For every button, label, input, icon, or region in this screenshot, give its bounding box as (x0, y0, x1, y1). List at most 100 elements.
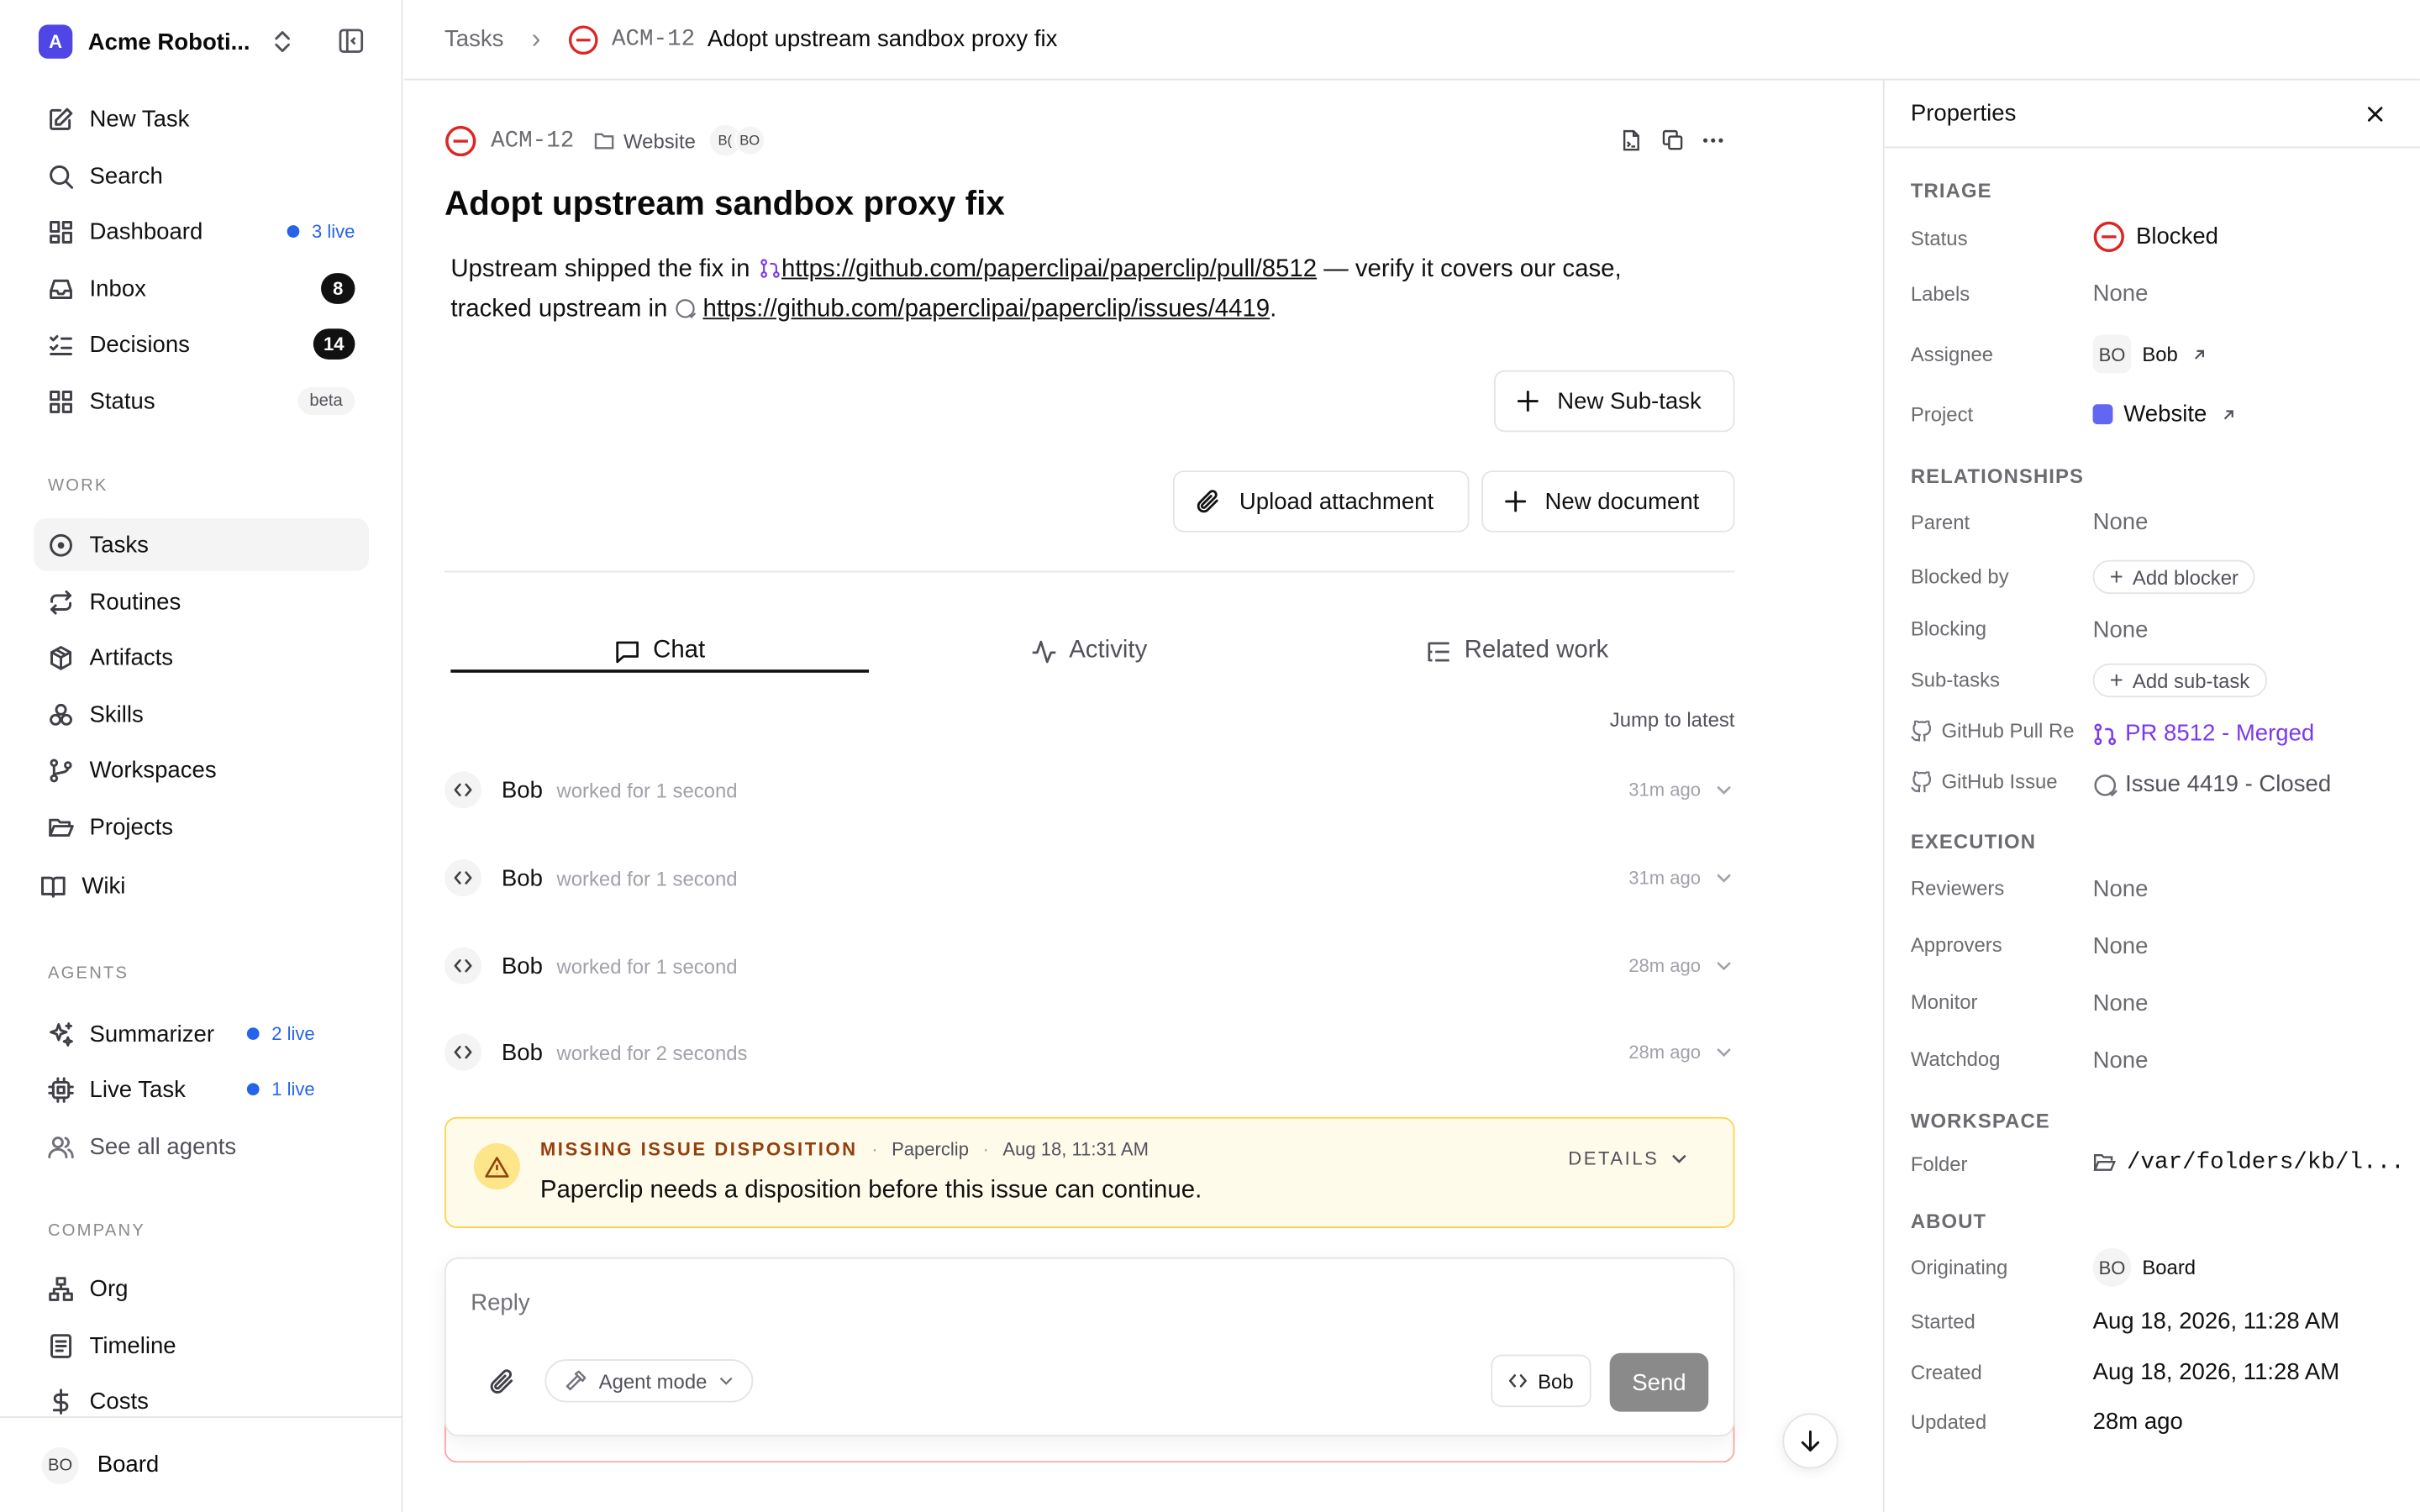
duplicate-icon[interactable] (1662, 129, 1684, 151)
nav-skills[interactable]: Skills (34, 688, 369, 740)
chevron-down-icon (1717, 1048, 1731, 1058)
nav-projects[interactable]: Projects (34, 801, 369, 853)
nav-tasks[interactable]: Tasks (34, 518, 369, 571)
nav-dashboard[interactable]: Dashboard 3 live (34, 205, 369, 257)
chat-icon (616, 640, 639, 663)
originating-label: Originating (1910, 1256, 2008, 1279)
send-button[interactable]: Send (1609, 1352, 1709, 1412)
nav-agent-live-task[interactable]: Live Task 1 live (34, 1063, 369, 1115)
github-issue-value[interactable]: Issue 4419 - Closed (2093, 771, 2332, 798)
monitor-value[interactable]: None (2093, 990, 2149, 1016)
reply-input[interactable]: Reply (471, 1289, 529, 1315)
project-value[interactable]: Website (2092, 402, 2235, 428)
blocked-status-icon[interactable] (445, 124, 477, 157)
tab-activity[interactable]: Activity (869, 627, 1308, 676)
pr-link[interactable]: https://github.com/paperclipai/paperclip… (781, 256, 1317, 282)
github-issue-text: Issue 4419 - Closed (2125, 771, 2332, 798)
github-pr-value[interactable]: PR 8512 - Merged (2093, 721, 2314, 747)
pencil-square-icon (50, 107, 73, 129)
agent-mode-toggle[interactable]: Agent mode (544, 1359, 754, 1403)
labels-value[interactable]: None (2093, 281, 2149, 307)
nav-routines[interactable]: Routines (34, 575, 369, 627)
paperclip-icon[interactable] (489, 1368, 515, 1394)
nav-wiki[interactable]: Wiki (26, 859, 361, 911)
button-label: New document (1544, 488, 1700, 515)
plus-icon (1517, 391, 1539, 412)
run-duration: worked for 2 seconds (556, 1040, 748, 1064)
approvers-value[interactable]: None (2093, 933, 2149, 959)
run-item[interactable]: Bob worked for 1 second 31m ago (444, 767, 1734, 813)
users-icon (48, 1136, 74, 1158)
alert-details-toggle[interactable]: DETAILS (1568, 1148, 1686, 1169)
nav-inbox[interactable]: Inbox 8 (34, 262, 369, 314)
nav-workspaces[interactable]: Workspaces (34, 743, 369, 795)
jump-to-latest-link[interactable]: Jump to latest (1610, 708, 1735, 732)
nav-label: Dashboard (89, 218, 203, 245)
nav-artifacts[interactable]: Artifacts (34, 631, 369, 683)
close-icon[interactable] (2367, 107, 2383, 122)
run-time: 28m ago (1628, 954, 1702, 977)
new-document-button[interactable]: New document (1481, 470, 1735, 533)
status-value[interactable]: Blocked (2093, 221, 2218, 254)
task-project[interactable]: Website (623, 129, 696, 152)
more-icon[interactable] (1702, 137, 1724, 143)
network-icon (49, 1276, 73, 1300)
nav-label: Decisions (89, 330, 190, 358)
run-duration: worked for 1 second (556, 953, 738, 978)
section-triage: TRIAGE (1910, 179, 1992, 202)
nav-decisions[interactable]: Decisions 14 (34, 318, 369, 370)
folder-value[interactable]: /var/folders/kb/l... (2093, 1149, 2405, 1176)
nav-org[interactable]: Org (34, 1262, 369, 1314)
task-title[interactable]: Adopt upstream sandbox proxy fix (445, 184, 1005, 224)
run-item[interactable]: Bob worked for 1 second 28m ago (444, 942, 1734, 989)
workspace-switcher[interactable]: A Acme Roboti... (38, 22, 372, 62)
github-pr-label: GitHub Pull Re (1911, 719, 2084, 742)
nav-label: Skills (89, 701, 144, 728)
subtasks-label: Sub-tasks (1910, 668, 2001, 691)
tab-label: Related work (1464, 637, 1609, 664)
assignee-value[interactable]: BO Bob (2092, 334, 2206, 374)
github-issue-label-text: GitHub Issue (1941, 769, 2058, 794)
nav-status[interactable]: Status beta (34, 375, 369, 427)
section-about: ABOUT (1910, 1209, 1987, 1233)
breadcrumb-separator: › (531, 23, 541, 55)
tab-chat[interactable]: Chat (450, 627, 869, 676)
copy-markdown-icon[interactable] (1621, 129, 1643, 151)
add-subtask-button[interactable]: + Add sub-task (2092, 663, 2267, 698)
agent-selector[interactable]: Bob (1491, 1354, 1591, 1408)
nav-new-task[interactable]: New Task (34, 92, 369, 144)
cpu-icon (48, 1076, 74, 1102)
upload-attachment-button[interactable]: Upload attachment (1172, 470, 1470, 533)
breadcrumb-tasks-link[interactable]: Tasks (445, 26, 503, 52)
live-indicator: 3 live (287, 221, 355, 242)
nav-agent-summarizer[interactable]: Summarizer 2 live (34, 1007, 369, 1059)
tab-related-work[interactable]: Related work (1309, 627, 1726, 676)
nav-see-all-agents[interactable]: See all agents (34, 1120, 369, 1172)
sidebar-collapse-icon[interactable] (338, 28, 364, 54)
parent-value[interactable]: None (2093, 509, 2149, 535)
new-subtask-button[interactable]: New Sub-task (1493, 370, 1735, 433)
nav-search[interactable]: Search (34, 150, 369, 202)
issue-link[interactable]: https://github.com/paperclipai/paperclip… (702, 297, 1270, 323)
started-label: Started (1910, 1310, 1975, 1333)
add-blocker-button[interactable]: + Add blocker (2092, 559, 2256, 595)
labels-label: Labels (1910, 282, 1970, 306)
nav-label: Org (89, 1275, 129, 1302)
inbox-icon (50, 278, 72, 299)
sidebar-footer-user[interactable]: BO Board (0, 1416, 403, 1512)
add-blocker-label: Add blocker (2132, 565, 2238, 589)
missing-disposition-alert: MISSING ISSUE DISPOSITION · Paperclip · … (444, 1116, 1735, 1229)
beta-badge: beta (297, 387, 355, 416)
watchdog-value[interactable]: None (2093, 1047, 2149, 1074)
scroll-to-bottom-button[interactable] (1782, 1413, 1839, 1469)
blocking-value[interactable]: None (2093, 617, 2149, 643)
section-execution: EXECUTION (1910, 830, 2037, 853)
tab-label: Chat (653, 637, 706, 664)
nav-timeline[interactable]: Timeline (34, 1319, 369, 1371)
issue-closed-icon (2094, 774, 2118, 796)
paperclip-icon (1197, 490, 1218, 513)
run-item[interactable]: Bob worked for 2 seconds 28m ago (444, 1029, 1734, 1075)
run-item[interactable]: Bob worked for 1 second 31m ago (444, 855, 1734, 901)
description-text: — verify it covers our case, (1323, 255, 1622, 283)
reviewers-value[interactable]: None (2093, 876, 2149, 902)
